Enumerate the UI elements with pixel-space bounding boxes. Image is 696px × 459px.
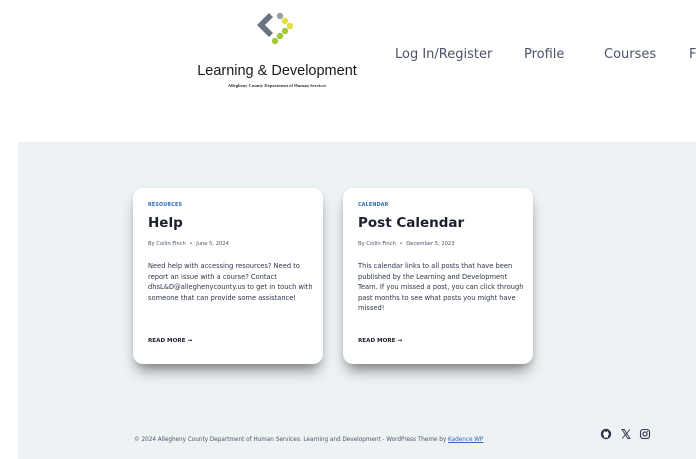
post-card-help: RESOURCES Help By Collin Finch • June 5,… bbox=[133, 188, 323, 364]
instagram-icon[interactable] bbox=[639, 428, 651, 440]
post-meta: By Collin Finch • June 5, 2024 bbox=[148, 241, 229, 247]
site-header: Learning & Development Allegheny County … bbox=[0, 0, 696, 118]
logo-subtitle: Allegheny County Department of Human Ser… bbox=[227, 83, 327, 88]
post-author[interactable]: By Collin Finch bbox=[358, 241, 396, 247]
footer-copyright: © 2024 Allegheny County Department of Hu… bbox=[134, 437, 483, 443]
read-more-link[interactable]: READ MORE → bbox=[148, 338, 192, 344]
footer-text: © 2024 Allegheny County Department of Hu… bbox=[134, 437, 448, 443]
post-card-post-calendar: CALENDAR Post Calendar By Collin Finch •… bbox=[343, 188, 533, 364]
site-logo[interactable]: Learning & Development Allegheny County … bbox=[196, 10, 358, 94]
meta-separator: • bbox=[399, 241, 403, 247]
logo-diamond-icon bbox=[257, 12, 294, 45]
logo-title: Learning & Development bbox=[197, 63, 357, 79]
post-excerpt: This calendar links to all posts that ha… bbox=[358, 262, 524, 313]
post-category[interactable]: RESOURCES bbox=[148, 203, 182, 208]
nav-item-truncated[interactable]: F bbox=[689, 47, 696, 62]
post-meta: By Collin Finch • December 5, 2023 bbox=[358, 241, 455, 247]
post-author[interactable]: By Collin Finch bbox=[148, 241, 186, 247]
nav-item-login-register[interactable]: Log In/Register bbox=[395, 47, 492, 62]
post-title[interactable]: Help bbox=[148, 215, 183, 231]
post-date: December 5, 2023 bbox=[406, 241, 455, 247]
nav-item-profile[interactable]: Profile bbox=[524, 47, 564, 62]
post-title[interactable]: Post Calendar bbox=[358, 215, 464, 231]
kadence-wp-link[interactable]: Kadence WP bbox=[448, 437, 483, 443]
read-more-link[interactable]: READ MORE → bbox=[358, 338, 402, 344]
github-icon[interactable] bbox=[600, 428, 612, 440]
post-category[interactable]: CALENDAR bbox=[358, 203, 389, 208]
post-excerpt: Need help with accessing resources? Need… bbox=[148, 262, 313, 302]
posts-section: RESOURCES Help By Collin Finch • June 5,… bbox=[18, 142, 696, 459]
meta-separator: • bbox=[189, 241, 193, 247]
x-icon[interactable] bbox=[620, 428, 632, 440]
post-date: June 5, 2024 bbox=[196, 241, 229, 247]
nav-item-courses[interactable]: Courses bbox=[604, 47, 656, 62]
